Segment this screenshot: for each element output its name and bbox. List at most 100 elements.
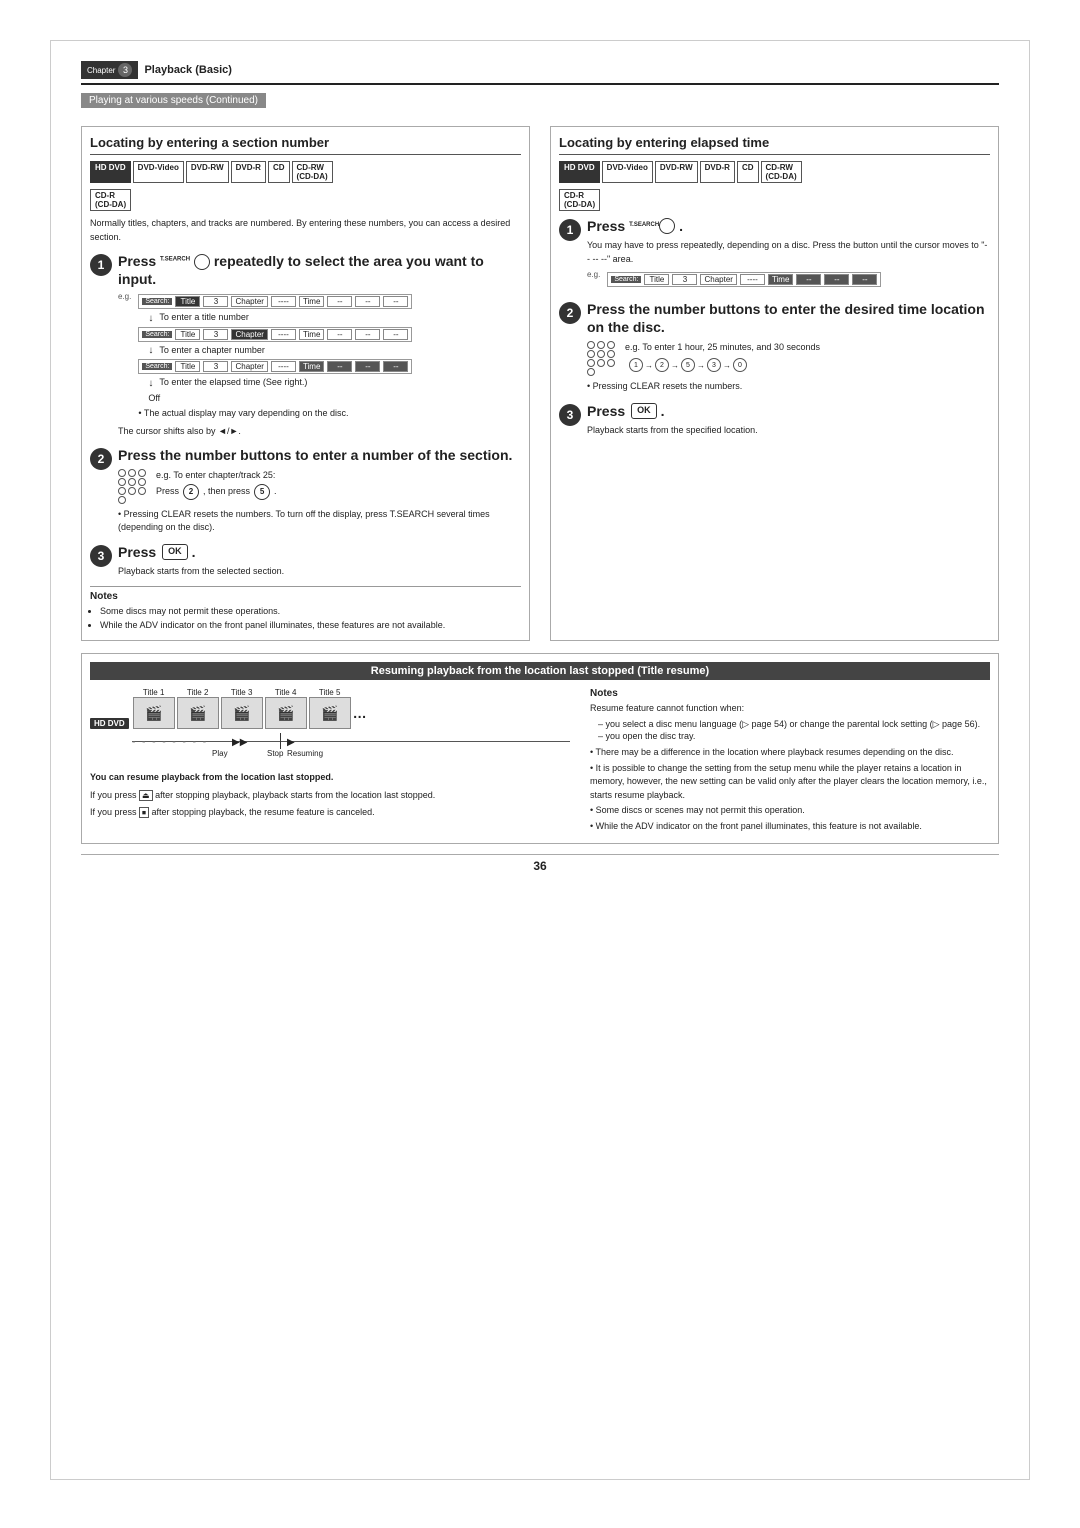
chapter-header: Chapter 3 Playback (Basic) [81, 61, 999, 85]
step-3-right: 3 Press OK . Playback starts from the sp… [559, 402, 990, 438]
search-bars-area: Search: Title 3 Chapter ---- Time -- -- … [138, 292, 412, 421]
ok-button-left: OK [162, 544, 188, 560]
sb-chapter-1: Chapter [231, 296, 267, 307]
right-disc-badges: HD DVD DVD-Video DVD-RW DVD-R CD CD-RW(C… [559, 161, 990, 183]
sb-time-1: Time [299, 296, 324, 307]
step-2-title: Press the number buttons to enter a numb… [118, 446, 521, 464]
play-arrow: ▶▶ [232, 737, 247, 748]
sb-chapter-3: Chapter [231, 361, 267, 372]
sb-title-2: Title [175, 329, 200, 340]
sb-num-3: 3 [203, 361, 228, 372]
sb-time-2: Time [299, 329, 324, 340]
num-dots-area: e.g. To enter chapter/track 25: Press 2 … [118, 469, 521, 504]
sb-chnum-1: ---- [271, 296, 296, 307]
title-thumbs: Title 1 🎬 Title 2 🎬 Title 3 🎬 [133, 688, 367, 729]
r-step-2-title: Press the number buttons to enter the de… [587, 300, 990, 336]
chapter-label: Chapter [87, 66, 115, 75]
r-dot-grid [587, 341, 615, 376]
r-step-3-content: Press OK . Playback starts from the spec… [587, 402, 990, 438]
resume-heading: You can resume playback from the locatio… [90, 771, 570, 785]
r-badge-hd-dvd: HD DVD [559, 161, 600, 183]
resume-notes-title: Notes [590, 688, 990, 699]
r-note-1: Resume feature cannot function when: [590, 702, 990, 716]
search-bar-2: Search: Title 3 Chapter ---- Time -- -- … [138, 327, 412, 342]
arrow-3: ↓ To enter the elapsed time (See right.) [148, 376, 412, 390]
title-5-item: Title 5 🎬 [309, 688, 351, 729]
r-step-1-title: Press T.SEARCH . [587, 217, 990, 235]
step-2-circle: 2 [90, 448, 112, 470]
resume-right: Notes Resume feature cannot function whe… [590, 688, 990, 835]
r-step-3-circle: 3 [559, 404, 581, 426]
r-step-2-circle: 2 [559, 302, 581, 324]
sb-num-1: 3 [203, 296, 228, 307]
sb-num-2: 3 [203, 329, 228, 340]
left-column: Locating by entering a section number HD… [81, 126, 530, 641]
r-num-dots: e.g. To enter 1 hour, 25 minutes, and 30… [587, 341, 990, 377]
step-2-right: 2 Press the number buttons to enter the … [559, 300, 990, 393]
r-note-4: • Some discs or scenes may not permit th… [590, 804, 990, 818]
step-2-content: Press the number buttons to enter a numb… [118, 446, 521, 534]
r-step-3-caption: Playback starts from the specified locat… [587, 424, 990, 438]
r-step-2-note: • Pressing CLEAR resets the numbers. [587, 380, 990, 394]
left-notes: Notes Some discs may not permit these op… [90, 586, 521, 632]
r-badge-cd: CD [737, 161, 759, 183]
step-3-content: Press OK . Playback starts from the sele… [118, 543, 521, 579]
r-eg-time-desc: e.g. To enter 1 hour, 25 minutes, and 30… [625, 341, 820, 377]
sb-t1-2: -- [327, 329, 352, 340]
step-3-left: 3 Press OK . Playback starts from the se… [90, 543, 521, 579]
r-badge-cdrw: CD-RW(CD-DA) [761, 161, 802, 183]
num-dots-desc: e.g. To enter chapter/track 25: Press 2 … [156, 469, 277, 501]
resume-left: HD DVD Title 1 🎬 Title 2 🎬 [90, 688, 570, 835]
sb-t3-3: -- [383, 361, 408, 372]
left-section-title: Locating by entering a section number [90, 135, 521, 155]
r-badge-dvd-r: DVD-R [700, 161, 735, 183]
r-note-2: • There may be a difference in the locat… [590, 746, 990, 760]
step-1-right: 1 Press T.SEARCH . You may have to press… [559, 217, 990, 292]
eg-row-1: e.g. Search: Title 3 Chapter ---- Time [118, 292, 521, 421]
resume-content: HD DVD Title 1 🎬 Title 2 🎬 [90, 688, 990, 835]
resume-title: Resuming playback from the location last… [90, 662, 990, 680]
arrow-2: ↓ To enter a chapter number [148, 344, 412, 358]
tsearch-label: T.SEARCH [160, 256, 190, 262]
title-3-item: Title 3 🎬 [221, 688, 263, 729]
r-badge-dvd-video: DVD-Video [602, 161, 653, 183]
left-notes-title: Notes [90, 591, 521, 602]
r-step-1-circle: 1 [559, 219, 581, 241]
title-2-item: Title 2 🎬 [177, 688, 219, 729]
ok-button-right: OK [631, 403, 657, 419]
chapter-badge: Chapter 3 [81, 61, 138, 79]
resuming-label: Resuming [287, 749, 323, 758]
step-3-caption-left: Playback starts from the selected sectio… [118, 565, 521, 579]
sb-label-3: Search: [142, 363, 172, 370]
sb-t2-1: -- [355, 296, 380, 307]
sb-label-2: Search: [142, 331, 172, 338]
badge-dvd-video: DVD-Video [133, 161, 184, 183]
tsearch-circle [194, 254, 210, 270]
display-note: • The actual display may vary depending … [138, 407, 412, 421]
title-4-item: Title 4 🎬 [265, 688, 307, 729]
resume-para1: If you press ⏏ after stopping playback, … [90, 789, 570, 803]
sb-chnum-2: ---- [271, 329, 296, 340]
r-step-3-title: Press OK . [587, 402, 990, 420]
sb-chnum-3: ---- [271, 361, 296, 372]
r-search-bar: Search: Title 3 Chapter ---- Time -- -- … [607, 272, 881, 287]
resume-section: Resuming playback from the location last… [81, 653, 999, 844]
cursor-note: The cursor shifts also by ◄/►. [118, 425, 521, 439]
sb-t3-2: -- [383, 329, 408, 340]
search-bar-1: Search: Title 3 Chapter ---- Time -- -- … [138, 294, 412, 309]
resume-titles-row: HD DVD Title 1 🎬 Title 2 🎬 [90, 688, 570, 729]
circle-2: 2 [183, 484, 199, 500]
stop-label: Stop [267, 749, 283, 758]
arrow-1: ↓ To enter a title number [148, 311, 412, 325]
badge-dvd-r: DVD-R [231, 161, 266, 183]
right-disc-badges-2: CD-R(CD-DA) [559, 189, 990, 211]
right-column: Locating by entering elapsed time HD DVD… [550, 126, 999, 641]
chapter-number: 3 [118, 63, 132, 77]
sb-t3-1: -- [383, 296, 408, 307]
left-intro-text: Normally titles, chapters, and tracks ar… [90, 217, 521, 244]
sb-title-3: Title [175, 361, 200, 372]
circle-5: 5 [254, 484, 270, 500]
r-note-3: • It is possible to change the setting f… [590, 762, 990, 803]
resume-arrow: ▶ [287, 737, 295, 748]
resume-hd-dvd-badge: HD DVD [90, 718, 129, 729]
